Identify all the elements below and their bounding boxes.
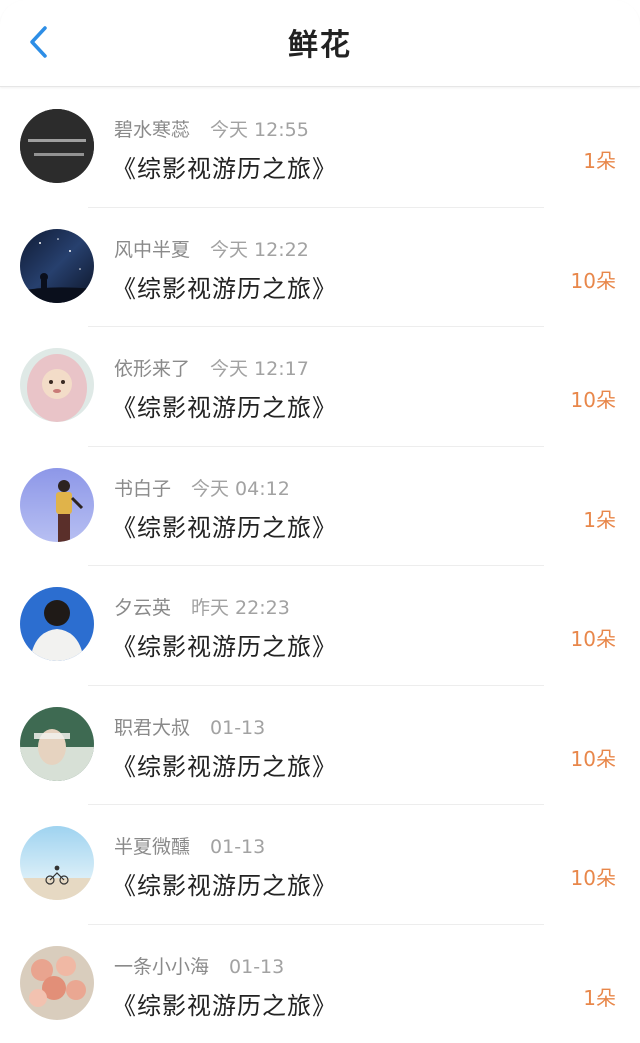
timestamp: 今天 12:17 <box>210 358 309 380</box>
avatar[interactable] <box>20 946 94 1020</box>
list-item[interactable]: 职君大叔 01-13 《综影视游历之旅》 10朵 <box>0 685 640 805</box>
user-name: 夕云英 <box>114 597 171 619</box>
list-item[interactable]: 夕云英昨天 22:23 《综影视游历之旅》 10朵 <box>0 565 640 685</box>
list-item[interactable]: 依形来了今天 12:17 《综影视游历之旅》 10朵 <box>0 326 640 446</box>
timestamp: 今天 12:22 <box>210 239 309 261</box>
work-title: 《综影视游历之旅》 <box>112 508 337 543</box>
flower-count: 1朵 <box>583 982 616 1011</box>
row-meta: 书白子今天 04:12 <box>114 474 290 501</box>
flower-count: 1朵 <box>583 504 616 533</box>
timestamp: 01-13 <box>210 836 265 858</box>
timestamp: 今天 12:55 <box>210 119 309 141</box>
nav-bar: 鲜花 <box>0 0 640 87</box>
list-item[interactable]: 半夏微醺 01-13 《综影视游历之旅》 10朵 <box>0 804 640 924</box>
avatar[interactable] <box>20 348 94 422</box>
user-name: 书白子 <box>114 478 171 500</box>
row-meta: 碧水寒蕊今天 12:55 <box>114 115 309 142</box>
user-name: 一条小小海 <box>114 956 209 978</box>
list-item[interactable]: 一条小小海 01-13 《综影视游历之旅》 1朵 <box>0 924 640 1043</box>
work-title: 《综影视游历之旅》 <box>112 149 337 184</box>
flower-count: 10朵 <box>571 862 616 891</box>
flower-count: 10朵 <box>571 743 616 772</box>
user-name: 依形来了 <box>114 358 190 380</box>
timestamp: 今天 04:12 <box>191 478 290 500</box>
row-meta: 职君大叔 01-13 <box>114 713 265 740</box>
user-name: 半夏微醺 <box>114 836 190 858</box>
work-title: 《综影视游历之旅》 <box>112 388 337 423</box>
work-title: 《综影视游历之旅》 <box>112 986 337 1021</box>
work-title: 《综影视游历之旅》 <box>112 269 337 304</box>
timestamp: 01-13 <box>210 717 265 739</box>
flower-list: 碧水寒蕊今天 12:55 《综影视游历之旅》 1朵 <box>0 87 640 1043</box>
row-meta: 夕云英昨天 22:23 <box>114 593 290 620</box>
flower-count: 10朵 <box>571 265 616 294</box>
list-item[interactable]: 风中半夏今天 12:22 《综影视游历之旅》 10朵 <box>0 207 640 327</box>
flower-count: 1朵 <box>583 145 616 174</box>
avatar[interactable] <box>20 587 94 661</box>
avatar[interactable] <box>20 826 94 900</box>
work-title: 《综影视游历之旅》 <box>112 627 337 662</box>
user-name: 碧水寒蕊 <box>114 119 190 141</box>
flower-count: 10朵 <box>571 623 616 652</box>
flower-count: 10朵 <box>571 384 616 413</box>
timestamp: 01-13 <box>229 956 284 978</box>
work-title: 《综影视游历之旅》 <box>112 747 337 782</box>
avatar[interactable] <box>20 229 94 303</box>
user-name: 风中半夏 <box>114 239 190 261</box>
avatar[interactable] <box>20 707 94 781</box>
row-meta: 半夏微醺 01-13 <box>114 832 265 859</box>
list-item[interactable]: 碧水寒蕊今天 12:55 《综影视游历之旅》 1朵 <box>0 87 640 207</box>
row-meta: 依形来了今天 12:17 <box>114 354 309 381</box>
page-title: 鲜花 <box>0 0 640 86</box>
row-meta: 风中半夏今天 12:22 <box>114 235 309 262</box>
avatar[interactable] <box>20 468 94 542</box>
avatar[interactable] <box>20 109 94 183</box>
row-meta: 一条小小海 01-13 <box>114 952 284 979</box>
work-title: 《综影视游历之旅》 <box>112 866 337 901</box>
list-item[interactable]: 书白子今天 04:12 《综影视游历之旅》 1朵 <box>0 446 640 566</box>
timestamp: 昨天 22:23 <box>191 597 290 619</box>
user-name: 职君大叔 <box>114 717 190 739</box>
